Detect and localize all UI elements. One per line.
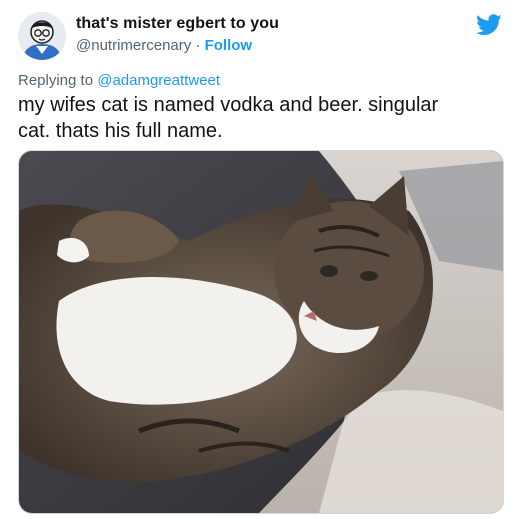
display-name[interactable]: that's mister egbert to you [76,15,279,33]
handle-row: @nutrimercenary · Follow [76,37,252,54]
tweet-text-line-2: cat. thats his full name. [18,120,223,142]
tweet-media-photo[interactable] [18,150,504,514]
follow-button[interactable]: Follow [205,37,253,54]
separator-dot: · [195,37,201,54]
tweet-text: my wifes cat is named vodka and beer. si… [18,92,508,144]
replying-to: Replying to @adamgreattweet [18,72,220,89]
tweet-text-line-1: my wifes cat is named vodka and beer. si… [18,94,439,116]
replying-prefix: Replying to [18,72,94,89]
cat-photo [19,151,503,513]
reply-mention-link[interactable]: @adamgreattweet [97,72,220,89]
avatar[interactable] [18,12,66,60]
user-handle[interactable]: @nutrimercenary [76,37,191,54]
tweet-card: that's mister egbert to you @nutrimercen… [0,0,520,519]
cartoon-avatar-icon [18,12,66,60]
twitter-bird-icon[interactable] [476,14,502,36]
